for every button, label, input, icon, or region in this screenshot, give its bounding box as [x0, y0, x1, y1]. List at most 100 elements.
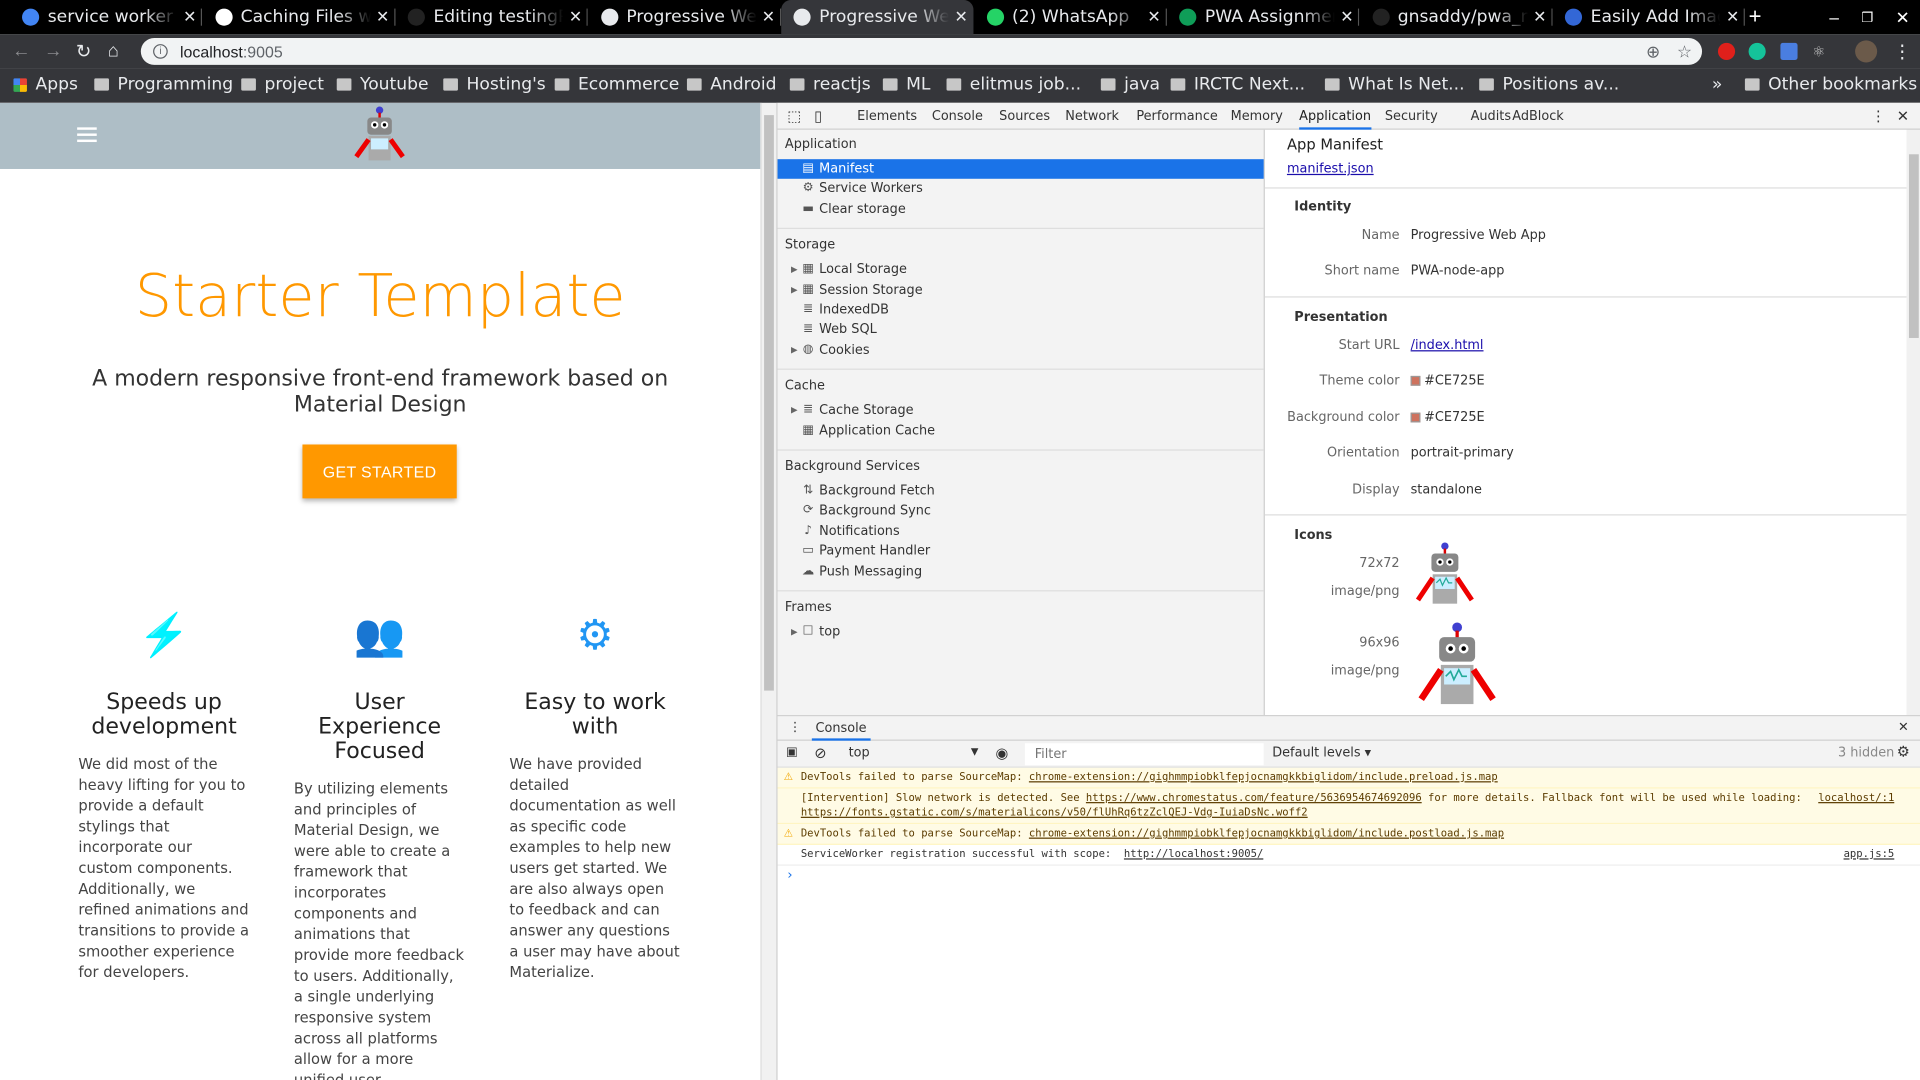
tab-sources[interactable]: Sources: [999, 103, 1050, 130]
reload-button[interactable]: ↻: [76, 40, 91, 63]
sidebar-item-web-sql[interactable]: ≣ Web SQL: [778, 320, 1264, 340]
tab-network[interactable]: Network: [1065, 103, 1119, 130]
expand-arrow-icon[interactable]: ▶: [791, 401, 798, 421]
message-source-link[interactable]: app.js:5: [1844, 847, 1895, 862]
tab-adblock[interactable]: AdBlock: [1512, 103, 1564, 130]
close-tab-icon[interactable]: ✕: [949, 8, 973, 26]
browser-tab[interactable]: Progressive Wel ✕: [781, 0, 974, 35]
browser-tab[interactable]: gnsaddy/pwa_n ✕: [1360, 0, 1553, 34]
close-drawer-button[interactable]: ✕: [1898, 720, 1909, 735]
sidebar-item-indexeddb[interactable]: ≣ IndexedDB: [778, 300, 1264, 320]
info-icon[interactable]: i: [153, 44, 168, 59]
message-link[interactable]: chrome-extension://gighmmpiobklfepjocnam…: [1029, 771, 1498, 783]
tab-application[interactable]: Application: [1299, 103, 1372, 130]
browser-tab[interactable]: Progressive Wel ✕: [588, 0, 781, 34]
close-tab-icon[interactable]: ✕: [756, 8, 780, 26]
scrollbar-thumb[interactable]: [764, 115, 774, 691]
install-icon[interactable]: ⊕: [1646, 41, 1660, 62]
bookmark-item[interactable]: java: [1100, 75, 1160, 94]
home-button[interactable]: ⌂: [108, 40, 119, 61]
console-settings-icon[interactable]: ⚙: [1897, 743, 1910, 760]
sidebar-item-service-workers[interactable]: ⚙ Service Workers: [778, 179, 1264, 199]
close-tab-icon[interactable]: ✕: [1720, 8, 1744, 26]
bookmark-item[interactable]: What Is Net...: [1324, 75, 1465, 94]
close-tab-icon[interactable]: ✕: [1335, 8, 1359, 26]
message-link[interactable]: https://www.chromestatus.com/feature/563…: [1086, 792, 1422, 804]
bookmark-item[interactable]: reactjs: [789, 75, 871, 94]
browser-tab[interactable]: Caching Files wi ✕: [203, 0, 395, 34]
tab-console[interactable]: Console: [932, 103, 983, 130]
devtools-menu-icon[interactable]: ⋮: [1871, 103, 1886, 130]
other-bookmarks[interactable]: Other bookmarks: [1744, 75, 1917, 94]
avatar[interactable]: [1855, 40, 1878, 63]
new-tab-button[interactable]: +: [1749, 4, 1762, 30]
menu-icon[interactable]: ⋮: [1893, 40, 1911, 63]
tab-performance[interactable]: Performance: [1136, 103, 1217, 130]
eye-icon[interactable]: ◉: [996, 744, 1009, 761]
bookmark-item[interactable]: Positions av...: [1479, 75, 1619, 94]
scrollbar-thumb[interactable]: [1908, 154, 1919, 338]
close-devtools-button[interactable]: ✕: [1897, 103, 1909, 130]
bookmark-item[interactable]: ML: [882, 75, 930, 94]
tab-security[interactable]: Security: [1385, 103, 1438, 130]
clear-console-icon[interactable]: ⊘: [814, 744, 826, 761]
manifest-link[interactable]: manifest.json: [1287, 162, 1374, 177]
sidebar-item-notifications[interactable]: ♪ Notifications: [778, 521, 1264, 541]
drawer-menu-icon[interactable]: ⋮: [789, 720, 802, 735]
sidebar-item-session-storage[interactable]: ▶ ▦ Session Storage: [778, 280, 1264, 300]
bookmark-item[interactable]: Apps: [13, 75, 78, 94]
react-extension-icon[interactable]: ⚛: [1812, 43, 1829, 60]
adblock-extension-icon[interactable]: [1717, 42, 1736, 61]
bookmark-item[interactable]: IRCTC Next...: [1170, 75, 1305, 94]
minimize-button[interactable]: –: [1829, 7, 1839, 27]
sidebar-item-push-messaging[interactable]: ☁ Push Messaging: [778, 562, 1264, 582]
context-select[interactable]: top ▼: [849, 746, 979, 761]
close-tab-icon[interactable]: ✕: [370, 8, 394, 26]
message-link[interactable]: http://localhost:9005/: [1124, 849, 1263, 861]
hamburger-menu-icon[interactable]: [77, 127, 97, 143]
tab-console[interactable]: Console: [811, 716, 871, 741]
bookmark-star-icon[interactable]: ☆: [1677, 41, 1692, 62]
sidebar-item-clear-storage[interactable]: ▬ Clear storage: [778, 199, 1264, 219]
bookmark-item[interactable]: Android: [686, 75, 776, 94]
grammarly-extension-icon[interactable]: [1748, 42, 1766, 61]
close-tab-icon[interactable]: ✕: [1142, 8, 1166, 26]
tab-memory[interactable]: Memory: [1231, 103, 1283, 130]
message-source-link[interactable]: localhost/:1: [1818, 791, 1894, 806]
translate-extension-icon[interactable]: [1780, 42, 1798, 61]
sidebar-item-application-cache[interactable]: ▦ Application Cache: [778, 421, 1264, 441]
expand-arrow-icon[interactable]: ▶: [791, 260, 798, 280]
inspect-element-icon[interactable]: ⬚: [787, 103, 801, 130]
expand-arrow-icon[interactable]: ▶: [791, 340, 798, 360]
more-bookmarks-button[interactable]: »: [1712, 75, 1723, 95]
close-tab-icon[interactable]: ✕: [563, 8, 587, 26]
sidebar-item-payment-handler[interactable]: ▭ Payment Handler: [778, 541, 1264, 561]
bookmark-item[interactable]: Programming: [94, 75, 233, 94]
browser-tab[interactable]: (2) WhatsApp ✕: [974, 0, 1167, 34]
console-filter-input[interactable]: [1024, 743, 1264, 766]
browser-tab[interactable]: Easily Add Imag ✕: [1553, 0, 1745, 34]
device-toggle-icon[interactable]: ▯: [814, 103, 822, 130]
bookmark-item[interactable]: Ecommerce: [554, 75, 679, 94]
sidebar-item-top[interactable]: ▶ ☐ top: [778, 622, 1264, 642]
page-scrollbar[interactable]: [760, 102, 777, 1080]
close-window-button[interactable]: ✕: [1896, 7, 1910, 28]
browser-tab[interactable]: Editing testingP ✕: [396, 0, 588, 34]
sidebar-item-cache-storage[interactable]: ▶ ≣ Cache Storage: [778, 401, 1264, 421]
message-link[interactable]: https://fonts.gstatic.com/s/materialicon…: [801, 807, 1308, 819]
sidebar-item-manifest[interactable]: ▤ Manifest: [777, 159, 1264, 179]
robot-logo[interactable]: [349, 105, 410, 166]
bookmark-item[interactable]: elitmus job...: [946, 75, 1081, 94]
manifest-scrollbar[interactable]: [1906, 129, 1920, 716]
bookmark-item[interactable]: project: [241, 75, 324, 94]
browser-tab[interactable]: service worker t ✕: [10, 0, 203, 34]
sidebar-item-cookies[interactable]: ▶ ◍ Cookies: [778, 340, 1264, 360]
restore-button[interactable]: ❐: [1861, 10, 1873, 26]
sidebar-toggle-icon[interactable]: ▣: [786, 746, 798, 759]
expand-arrow-icon[interactable]: ▶: [791, 280, 798, 300]
browser-tab[interactable]: PWA Assignmen ✕: [1167, 0, 1360, 34]
back-button[interactable]: ←: [12, 40, 30, 61]
message-link[interactable]: chrome-extension://gighmmpiobklfepjocnam…: [1029, 828, 1504, 840]
tab-audits[interactable]: Audits: [1471, 103, 1511, 130]
address-bar[interactable]: i localhost:9005 ⊕ ☆: [140, 37, 1703, 65]
